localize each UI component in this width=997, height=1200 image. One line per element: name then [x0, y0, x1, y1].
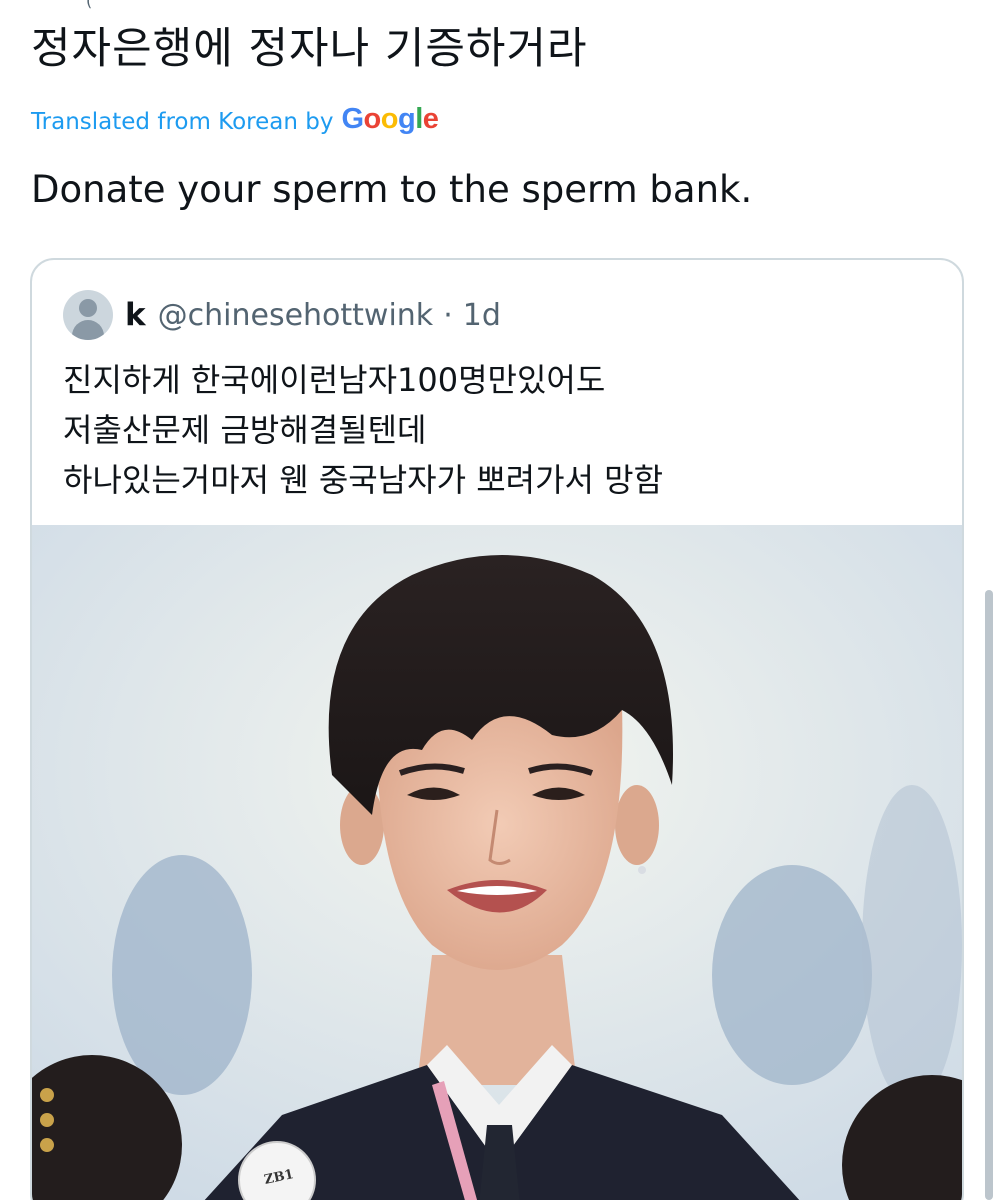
- scrollbar[interactable]: [985, 590, 993, 1200]
- quote-header: k @chinesehottwink · 1d: [63, 290, 501, 340]
- separator-dot: ·: [443, 297, 453, 333]
- quote-line: 진지하게 한국에이런남자100명만있어도: [63, 361, 606, 399]
- person-portrait-image: [32, 525, 962, 1200]
- translation-attribution[interactable]: Translated from Korean by Google: [31, 103, 439, 138]
- quote-tweet-card[interactable]: k @chinesehottwink · 1d 진지하게 한국에이런남자100명…: [30, 258, 964, 1200]
- quote-line: 저출산문제 금방해결될텐데: [63, 411, 427, 449]
- quote-handle[interactable]: @chinesehottwink: [158, 298, 434, 333]
- translated-text: Donate your sperm to the sperm bank.: [31, 168, 753, 211]
- tweet-text: 정자은행에 정자나 기증하거라: [31, 24, 588, 74]
- tweet-page: ( 정자은행에 정자나 기증하거라 Translated from Korean…: [0, 0, 997, 1200]
- quote-display-name[interactable]: k: [125, 297, 146, 333]
- google-logo: Google: [341, 103, 439, 135]
- quote-text: 진지하게 한국에이런남자100명만있어도 저출산문제 금방해결될텐데 하나있는거…: [63, 355, 663, 505]
- translated-label: Translated from Korean by: [31, 108, 334, 135]
- quote-timestamp[interactable]: 1d: [463, 298, 501, 333]
- quote-photo[interactable]: ZB1: [32, 525, 962, 1200]
- default-avatar-icon[interactable]: [63, 290, 113, 340]
- quote-line: 하나있는거마저 웬 중국남자가 뽀려가서 망함: [63, 461, 664, 499]
- cropped-top-edge: (: [86, 0, 93, 10]
